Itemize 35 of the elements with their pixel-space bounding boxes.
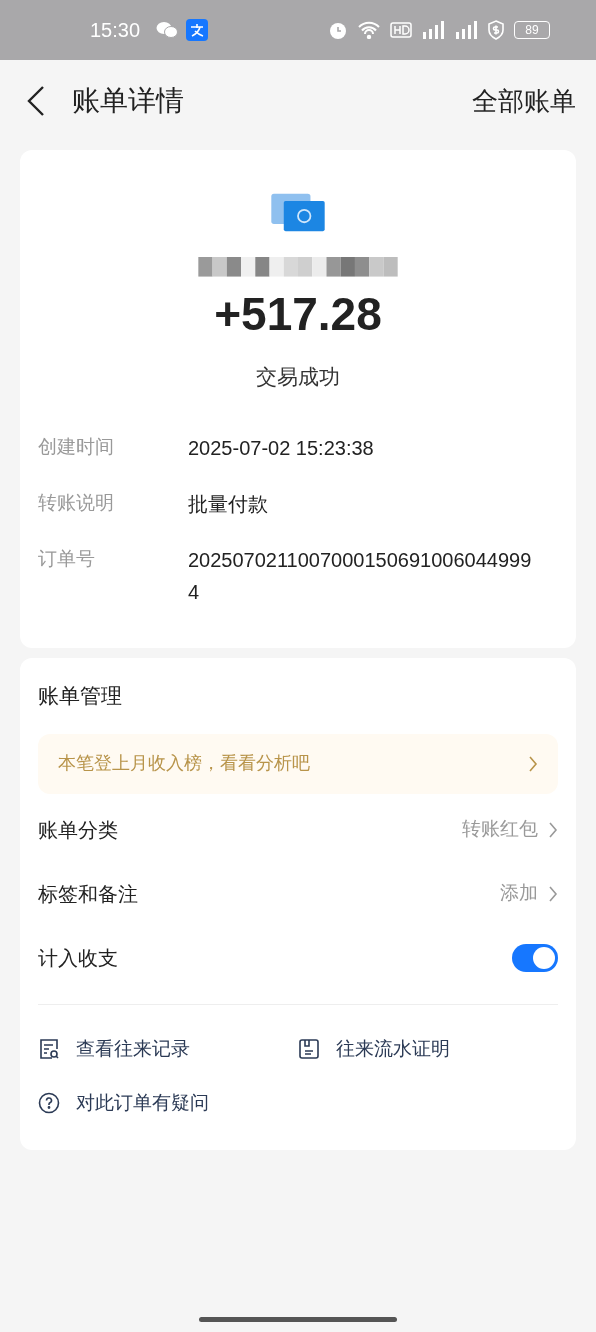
document-icon — [298, 1037, 320, 1060]
row-label: 计入收支 — [38, 945, 118, 971]
chevron-right-icon — [548, 884, 558, 903]
amount: +517.28 — [214, 290, 382, 337]
toggle-switch[interactable] — [512, 943, 558, 972]
detail-label: 转账说明 — [38, 491, 115, 515]
back-icon[interactable] — [26, 85, 46, 117]
battery-indicator: 89 — [514, 21, 550, 39]
section-title: 账单管理 — [38, 683, 123, 709]
hd-icon — [390, 22, 412, 38]
question-icon — [38, 1092, 60, 1115]
detail-value: 2025-07-02 15:23:38 — [188, 436, 375, 461]
chevron-right-icon — [548, 820, 558, 839]
chat-app-icon — [156, 21, 179, 39]
page-title: 账单详情 — [72, 84, 184, 118]
shield-icon — [487, 20, 505, 40]
detail-value: 20250702110070001506910060449994 — [188, 548, 533, 605]
document-search-icon — [38, 1037, 60, 1060]
alarm-icon — [328, 20, 348, 40]
action-link[interactable]: 查看往来记录 — [38, 1034, 190, 1063]
payment-app-icon — [186, 19, 209, 41]
status-time: 15:30 — [90, 18, 141, 43]
wifi-icon — [357, 21, 381, 39]
detail-label: 创建时间 — [38, 435, 115, 459]
chevron-right-icon — [528, 754, 538, 773]
detail-label: 订单号 — [38, 547, 96, 571]
row-label: 标签和备注 — [38, 881, 138, 907]
signal-icon — [421, 21, 445, 39]
row-label: 账单分类 — [38, 817, 118, 843]
action-link[interactable]: 对此订单有疑问 — [38, 1089, 209, 1118]
signal-icon — [454, 21, 478, 39]
all-bills-link[interactable]: 全部账单 — [472, 81, 576, 121]
transaction-status: 交易成功 — [256, 363, 340, 390]
action-link[interactable]: 往来流水证明 — [298, 1034, 450, 1063]
detail-value: 批量付款 — [188, 492, 269, 517]
